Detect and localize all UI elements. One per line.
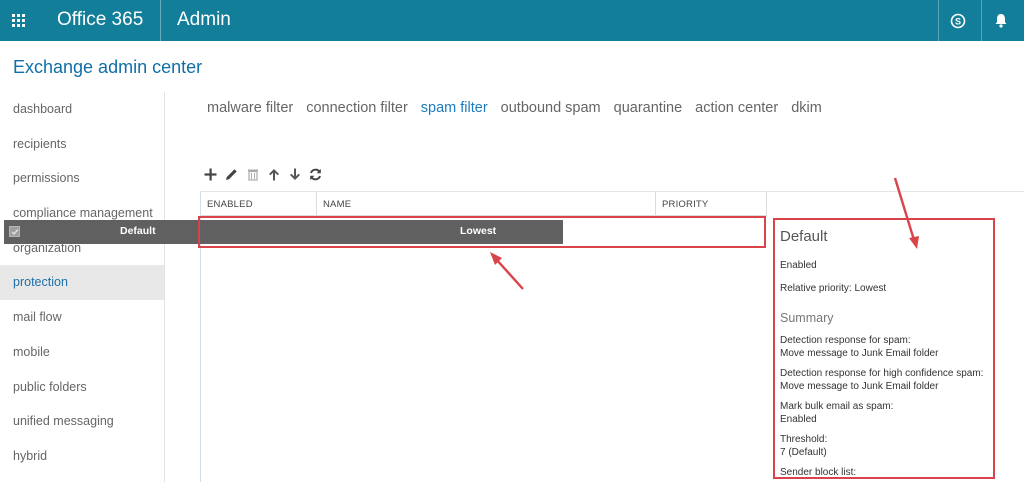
details-arrow-icon (893, 177, 919, 249)
annotation-arrows (490, 177, 919, 290)
row-arrow-icon (490, 252, 524, 290)
